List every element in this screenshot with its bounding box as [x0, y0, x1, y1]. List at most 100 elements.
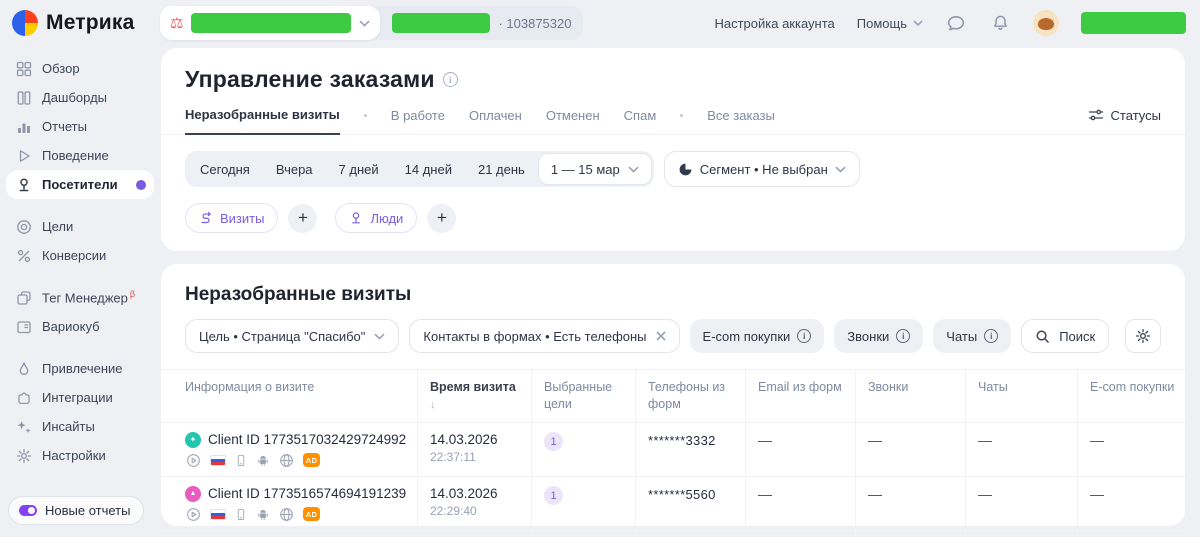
- chats-empty-value: —: [978, 485, 992, 502]
- table-row[interactable]: ✦ Client ID 1773517032429724992 AD 14.03…: [161, 422, 1185, 477]
- date-range-selector[interactable]: 1 — 15 мар: [537, 153, 652, 185]
- calls-empty-value: —: [868, 485, 882, 502]
- column-header-chats[interactable]: Чаты: [965, 370, 1077, 422]
- sidebar-item-conversions[interactable]: Конверсии: [6, 241, 154, 270]
- add-people-metric-button[interactable]: +: [427, 203, 457, 233]
- tab-paid[interactable]: Оплачен: [469, 108, 522, 134]
- close-icon[interactable]: [655, 331, 666, 341]
- column-header-ecom[interactable]: E-com покупки: [1077, 370, 1185, 422]
- add-visits-metric-button[interactable]: +: [288, 203, 318, 233]
- goal-filter-chip[interactable]: Цель • Страница "Спасибо": [185, 319, 400, 353]
- segment-selector[interactable]: Сегмент • Не выбран: [663, 151, 860, 187]
- people-metric-chip[interactable]: Люди: [335, 203, 418, 233]
- visits-metric-chip[interactable]: Визиты: [185, 203, 279, 233]
- info-icon: i: [896, 329, 911, 343]
- chevron-down-icon: [374, 333, 385, 340]
- preset-21-days[interactable]: 21 день: [465, 162, 538, 177]
- column-header-visit-time[interactable]: Время визита ↓: [417, 370, 531, 422]
- russia-flag-icon: [210, 508, 226, 520]
- tab-all-orders[interactable]: Все заказы: [707, 108, 775, 134]
- sidebar: Обзор Дашборды Отчеты Поведение Посетите…: [0, 46, 160, 537]
- counter-switcher: ⚖ · 103875320: [160, 6, 584, 40]
- sidebar-item-settings[interactable]: Настройки: [6, 441, 154, 470]
- play-circle-icon[interactable]: [186, 453, 201, 468]
- search-icon: [1036, 330, 1050, 343]
- sidebar-item-tag-manager[interactable]: Тег Менеджер β: [6, 283, 154, 312]
- masked-phone: *******5560: [648, 486, 716, 502]
- sidebar-item-dashboards[interactable]: Дашборды: [6, 83, 154, 112]
- play-circle-icon[interactable]: [186, 507, 201, 522]
- sidebar-item-reports[interactable]: Отчеты: [6, 112, 154, 141]
- bar-chart-icon: [18, 123, 30, 133]
- visits-table: Информация о визите Время визита ↓ Выбра…: [161, 369, 1185, 537]
- tab-cancelled[interactable]: Отменен: [546, 108, 600, 134]
- chats-empty-value: —: [978, 431, 992, 448]
- table-header-row: Информация о визите Время визита ↓ Выбра…: [161, 369, 1185, 423]
- counter-selector[interactable]: ⚖: [160, 6, 381, 40]
- info-icon[interactable]: i: [442, 72, 458, 87]
- mobile-phone-icon: [237, 508, 245, 520]
- column-header-goals[interactable]: Выбранные цели: [531, 370, 635, 422]
- sidebar-item-behavior[interactable]: Поведение: [6, 141, 154, 170]
- redacted-counter-name: [191, 13, 352, 33]
- pie-segment-icon: [679, 162, 692, 175]
- chats-filter-chip[interactable]: Чаты i: [933, 319, 1012, 353]
- sidebar-item-insights[interactable]: Инсайты: [6, 412, 154, 441]
- goals-count-badge[interactable]: 1: [544, 486, 563, 506]
- preset-7-days[interactable]: 7 дней: [326, 162, 392, 177]
- preset-14-days[interactable]: 14 дней: [392, 162, 465, 177]
- tab-spam[interactable]: Спам: [624, 108, 657, 134]
- russia-flag-icon: [210, 454, 226, 466]
- help-menu[interactable]: Помощь: [857, 16, 923, 31]
- sidebar-item-goals[interactable]: Цели: [6, 212, 154, 241]
- search-button[interactable]: Поиск: [1021, 319, 1110, 353]
- calls-filter-chip[interactable]: Звонки i: [834, 319, 924, 353]
- mobile-phone-icon: [237, 454, 245, 466]
- column-header-visit-info[interactable]: Информация о визите: [185, 370, 417, 422]
- bell-icon[interactable]: [989, 12, 1011, 34]
- top-bar-right: Настройка аккаунта Помощь: [714, 10, 1186, 36]
- table-row[interactable]: ▲ Client ID 1773516574694191239 AD 14.03…: [161, 476, 1185, 531]
- sidebar-item-visitors[interactable]: Посетители: [6, 170, 154, 199]
- preset-today[interactable]: Сегодня: [187, 162, 263, 177]
- visit-time: 22:37:11: [430, 449, 476, 464]
- android-icon: [258, 456, 268, 467]
- ecom-filter-chip[interactable]: E-com покупки i: [689, 319, 825, 353]
- sidebar-item-integrations[interactable]: Интеграции: [6, 383, 154, 412]
- new-reports-button[interactable]: Новые отчеты: [8, 496, 145, 525]
- dashboards-icon: [17, 90, 31, 105]
- gear-icon: [1135, 328, 1151, 344]
- section-title: Неразобранные визиты: [185, 284, 412, 305]
- active-indicator-dot: [136, 179, 146, 190]
- sidebar-item-overview[interactable]: Обзор: [6, 54, 154, 83]
- table-row[interactable]: ▲ Client ID 1771481567631868603 AD: [161, 530, 1185, 537]
- page-title: Управление заказами: [185, 66, 435, 92]
- email-empty-value: —: [758, 431, 772, 448]
- preset-yesterday[interactable]: Вчера: [263, 162, 326, 177]
- flame-icon: [19, 361, 29, 375]
- percent-icon: [17, 249, 31, 262]
- sidebar-item-acquisition[interactable]: Привлечение: [6, 354, 154, 383]
- statuses-button[interactable]: Статусы: [1088, 108, 1161, 134]
- user-avatar[interactable]: [1033, 10, 1059, 36]
- orders-card: Управление заказами i Неразобранные визи…: [161, 48, 1185, 251]
- chevron-down-icon: [913, 20, 923, 26]
- metrika-logo[interactable]: Метрика: [12, 10, 160, 36]
- goals-count-badge[interactable]: 1: [544, 432, 563, 452]
- chevron-down-icon: [359, 20, 371, 27]
- column-header-calls[interactable]: Звонки: [855, 370, 965, 422]
- column-header-phones[interactable]: Телефоны из форм: [635, 370, 745, 422]
- masked-phone: *******3332: [648, 432, 716, 448]
- visit-date: 14.03.2026: [430, 485, 498, 501]
- column-header-emails[interactable]: Email из форм: [745, 370, 855, 422]
- chat-bubble-icon[interactable]: [945, 12, 967, 34]
- tab-in-progress[interactable]: В работе: [391, 108, 445, 134]
- redacted-user-name: [1081, 12, 1186, 34]
- table-settings-button[interactable]: [1125, 319, 1161, 353]
- account-settings-link[interactable]: Настройка аккаунта: [714, 16, 834, 31]
- top-bar: Метрика ⚖ · 103875320 Настройка аккаунта…: [0, 0, 1200, 46]
- sidebar-item-variocube[interactable]: Вариокуб: [6, 312, 154, 341]
- gear-icon: [16, 448, 32, 463]
- tab-unsorted-visits[interactable]: Неразобранные визиты: [185, 107, 340, 135]
- contacts-filter-chip[interactable]: Контакты в формах • Есть телефоны: [409, 319, 680, 353]
